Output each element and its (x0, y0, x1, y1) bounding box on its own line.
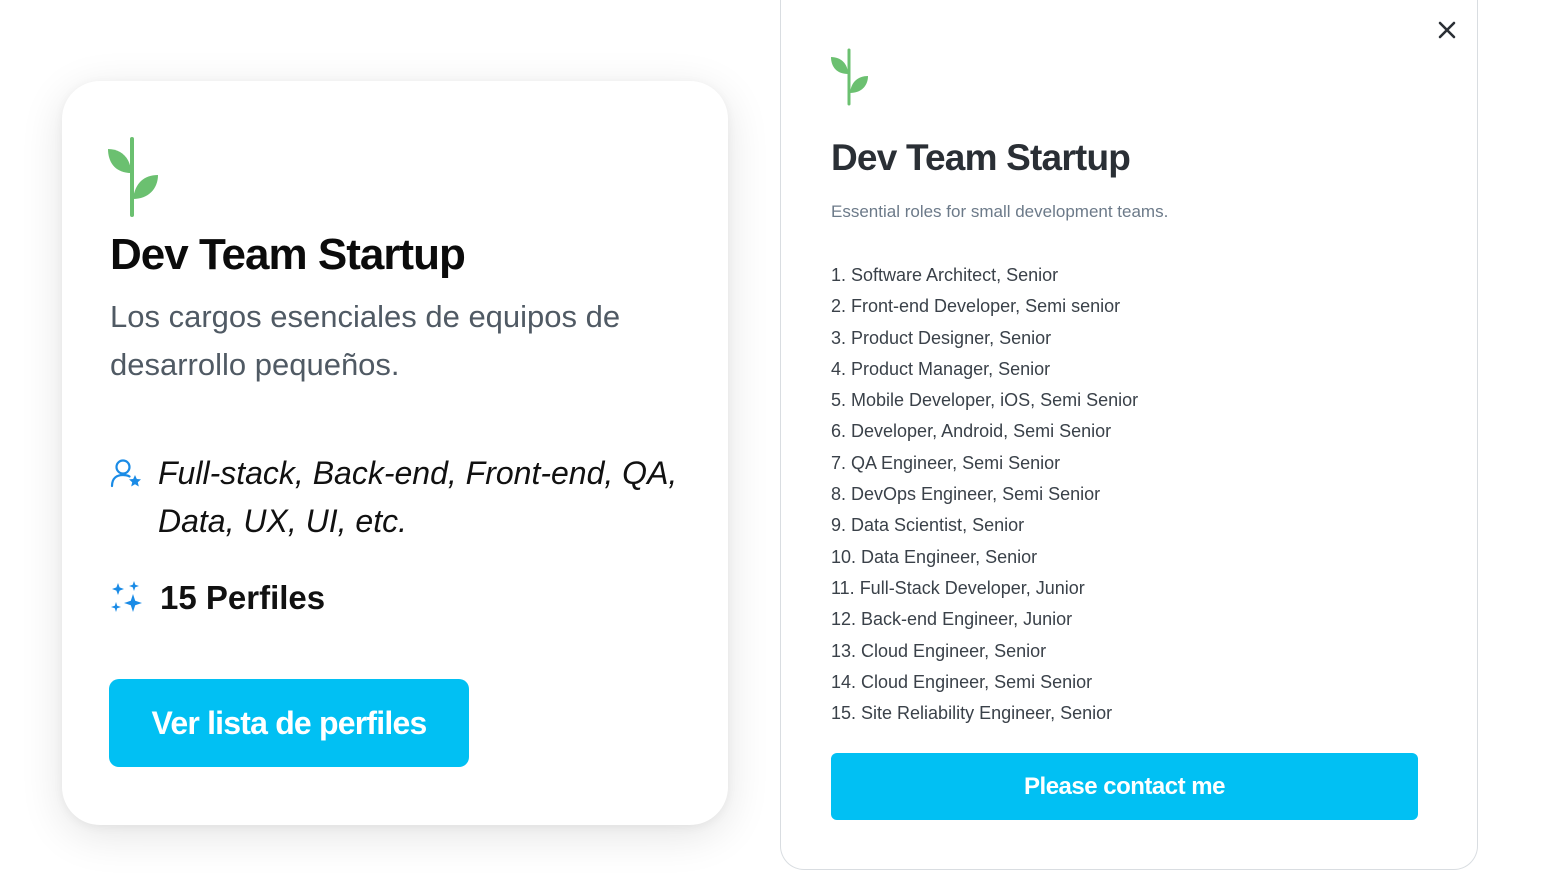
list-item: 10. Data Engineer, Senior (831, 546, 1038, 567)
list-item: 12. Back-end Engineer, Junior (831, 609, 1073, 630)
list-item: 5. Mobile Developer, iOS, Semi Senior (831, 390, 1139, 411)
list-item: 14. Cloud Engineer, Semi Senior (831, 671, 1093, 692)
card-description: Los cargos esenciales de equipos de desa… (110, 299, 621, 382)
modal-subtitle: Essential roles for small development te… (831, 202, 1169, 221)
list-item: 15. Site Reliability Engineer, Senior (831, 703, 1113, 724)
profiles-text: 15 Perfiles (160, 579, 326, 616)
list-item: 8. DevOps Engineer, Semi Senior (831, 484, 1101, 505)
profiles-modal: Dev Team Startup Essential roles for sma… (780, 0, 1478, 870)
list-item: 4. Product Manager, Senior (831, 358, 1051, 379)
sparkles-icon (111, 581, 142, 612)
list-item: 1. Software Architect, Senior (831, 265, 1059, 285)
list-item: 9. Data Scientist, Senior (831, 515, 1025, 536)
list-item: 6. Developer, Android, Semi Senior (831, 421, 1112, 442)
roles-summary: Full-stack, Back-end, Front-end, QA, Dat… (110, 449, 710, 545)
modal-title: Dev Team Startup (831, 137, 1131, 178)
list-item: 13. Cloud Engineer, Senior (831, 640, 1047, 661)
card-title: Dev Team Startup (110, 230, 466, 279)
close-icon[interactable] (1433, 16, 1461, 44)
view-profiles-button[interactable]: Ver lista de perfiles (109, 679, 469, 767)
sprout-icon (108, 137, 158, 217)
contact-button[interactable]: Please contact me (831, 753, 1418, 820)
profiles-count: 15 Perfiles (110, 576, 325, 620)
list-item: 3. Product Designer, Senior (831, 327, 1052, 348)
role-list: 1. Software Architect, Senior 2. Front-e… (831, 260, 1138, 729)
user-star-icon (110, 459, 141, 488)
team-card: Dev Team Startup Los cargos esenciales d… (62, 81, 728, 825)
list-item: 2. Front-end Developer, Semi senior (831, 296, 1121, 317)
list-item: 7. QA Engineer, Semi Senior (831, 452, 1061, 473)
roles-text: Full-stack, Back-end, Front-end, QA, Dat… (158, 455, 678, 539)
list-item: 11. Full-Stack Developer, Junior (831, 577, 1085, 598)
sprout-icon (831, 48, 868, 106)
